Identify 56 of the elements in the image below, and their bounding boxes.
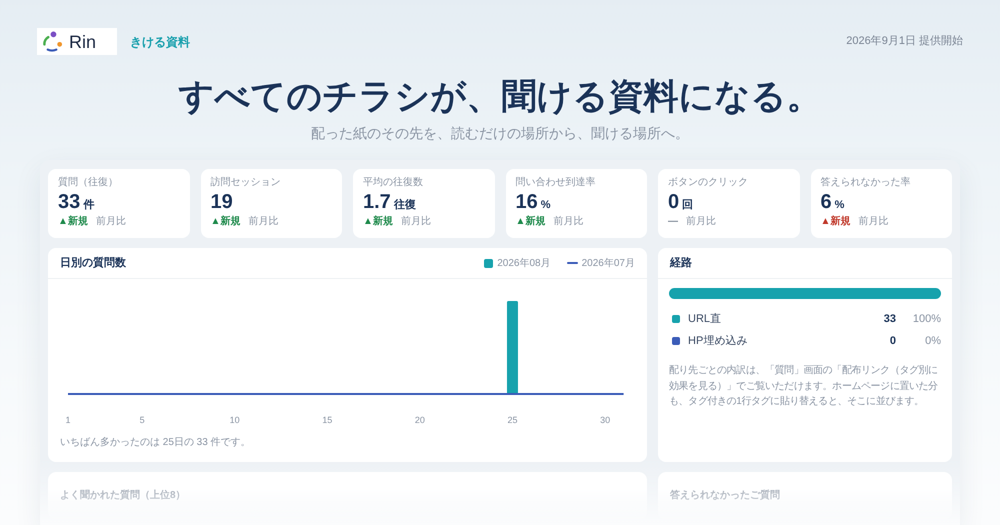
launch-date-text: 2026年9月1日 提供開始 (846, 34, 963, 50)
stat-value: 19 (210, 190, 233, 214)
stat-label: 問い合わせ到達率 (516, 176, 596, 190)
stat-label: ボタンのクリック (668, 176, 748, 190)
trend-label: ▲新規 (210, 215, 240, 229)
headline: すべてのチラシが、聞ける資料になる。 (178, 76, 822, 118)
stat-label: 平均の往復数 (363, 176, 423, 190)
x-axis-label: 1 (66, 415, 70, 425)
chart-summary-text: いちばん多かったのは 25日の 33 件です。 (60, 436, 251, 450)
stat-value: 6 (820, 190, 832, 214)
subheadline: 配った紙のその先を、読むだけの場所から、聞ける場所へ。 (311, 124, 689, 143)
stat-unit: 往復 (394, 198, 416, 213)
panel-title: 日別の質問数 (60, 256, 126, 271)
stat-label: 質問（往復） (58, 176, 118, 190)
stat-unit: 件 (83, 198, 94, 213)
comparison-label: 前月比 (858, 215, 888, 229)
stat-label: 答えられなかった率 (820, 176, 910, 190)
panel-title: 答えられなかったご質問 (670, 490, 780, 501)
stat-value: 1.7 (363, 190, 391, 214)
stat-value: 0 (668, 190, 680, 214)
comparison-label: 前月比 (400, 215, 431, 229)
panel-title: よく聞かれた質問（上位8） (60, 490, 186, 501)
comparison-label: 前月比 (686, 215, 716, 229)
comparison-label: 前月比 (248, 215, 278, 229)
logo-icon (42, 31, 63, 52)
x-axis-label: 15 (322, 415, 332, 425)
route-note-text: 配り先ごとの内訳は、「質問」画面の「配布リンク（タグ別に効果を見る）」でご覧いただけます。ホームページに置いた分も、タグ付きの1行タグに貼り替えると、そこに並びます。 (669, 364, 939, 409)
source-count: 0 (890, 334, 896, 349)
trend-label: ▲新規 (363, 215, 393, 229)
trend-label: ▲新規 (58, 215, 88, 229)
legend-label: 2026年07月 (582, 256, 635, 270)
comparison-label: 前月比 (96, 215, 126, 229)
stat-unit: % (540, 198, 551, 213)
source-name: URL直 (688, 312, 722, 327)
source-percent: 0% (925, 334, 941, 349)
x-axis-label: 5 (140, 415, 145, 425)
trend-label: — (668, 215, 678, 229)
stat-unit: % (834, 198, 844, 213)
stat-label: 訪問セッション (210, 176, 280, 190)
stat-value: 16 (516, 190, 538, 214)
stat-value: 33 (58, 190, 80, 214)
trend-label: ▲新規 (820, 215, 850, 229)
source-count: 33 (884, 312, 896, 327)
trend-label: ▲新規 (516, 215, 546, 229)
product-name: きける資料 (130, 34, 190, 50)
x-axis-label: 10 (230, 415, 240, 425)
brand-name: Rin (69, 32, 96, 50)
source-name: HP埋め込み (688, 334, 748, 349)
panel-title: 経路 (670, 256, 692, 271)
comparison-label: 前月比 (553, 215, 584, 229)
stat-unit: 回 (682, 198, 694, 213)
x-axis-label: 30 (600, 415, 610, 425)
x-axis-label: 25 (507, 415, 518, 425)
x-axis-label: 20 (414, 415, 425, 425)
legend-label: 2026年08月 (497, 256, 551, 270)
source-percent: 100% (912, 312, 941, 327)
